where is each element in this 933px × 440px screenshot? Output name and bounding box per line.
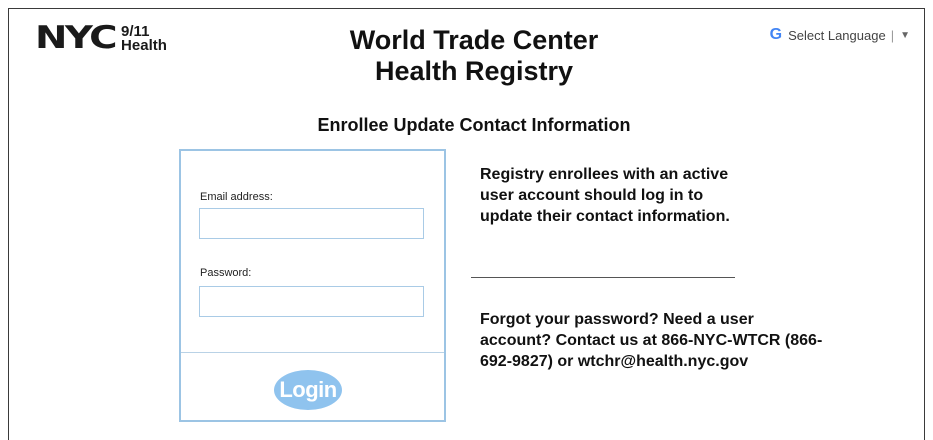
nyc-health-logo[interactable]: NYC 9/11 Health <box>35 20 167 56</box>
login-button[interactable]: Login <box>274 370 342 410</box>
logo-sub-line2: Health <box>121 37 167 54</box>
form-divider <box>181 352 444 353</box>
title-line2: Health Registry <box>374 56 574 86</box>
select-language-label[interactable]: Select Language <box>788 28 886 43</box>
email-field[interactable] <box>199 208 424 239</box>
password-label: Password: <box>200 267 252 279</box>
dropdown-arrow-icon[interactable]: ▼ <box>900 30 910 41</box>
contact-info-text: Forgot your password? Need a user accoun… <box>480 311 823 370</box>
login-form: Email address: Password: Login <box>179 149 446 422</box>
title-line1: World Trade Center <box>349 25 599 55</box>
page-subtitle: Enrollee Update Contact Information <box>317 115 631 135</box>
nyc-wordmark: NYC <box>35 20 118 56</box>
logo-subtitle: 9/11 Health <box>121 24 167 54</box>
google-g-icon: G <box>769 26 783 43</box>
page-title: World Trade Center Health Registry <box>259 25 689 87</box>
page-frame: NYC 9/11 Health World Trade Center Healt… <box>8 8 925 440</box>
password-field[interactable] <box>199 286 424 317</box>
info-divider <box>471 277 735 278</box>
enrollee-info-text: Registry enrollees with an active user a… <box>480 166 730 225</box>
language-separator: | <box>890 27 895 43</box>
select-language-widget[interactable]: G Select Language | ▼ <box>770 26 910 44</box>
email-label: Email address: <box>200 191 273 203</box>
